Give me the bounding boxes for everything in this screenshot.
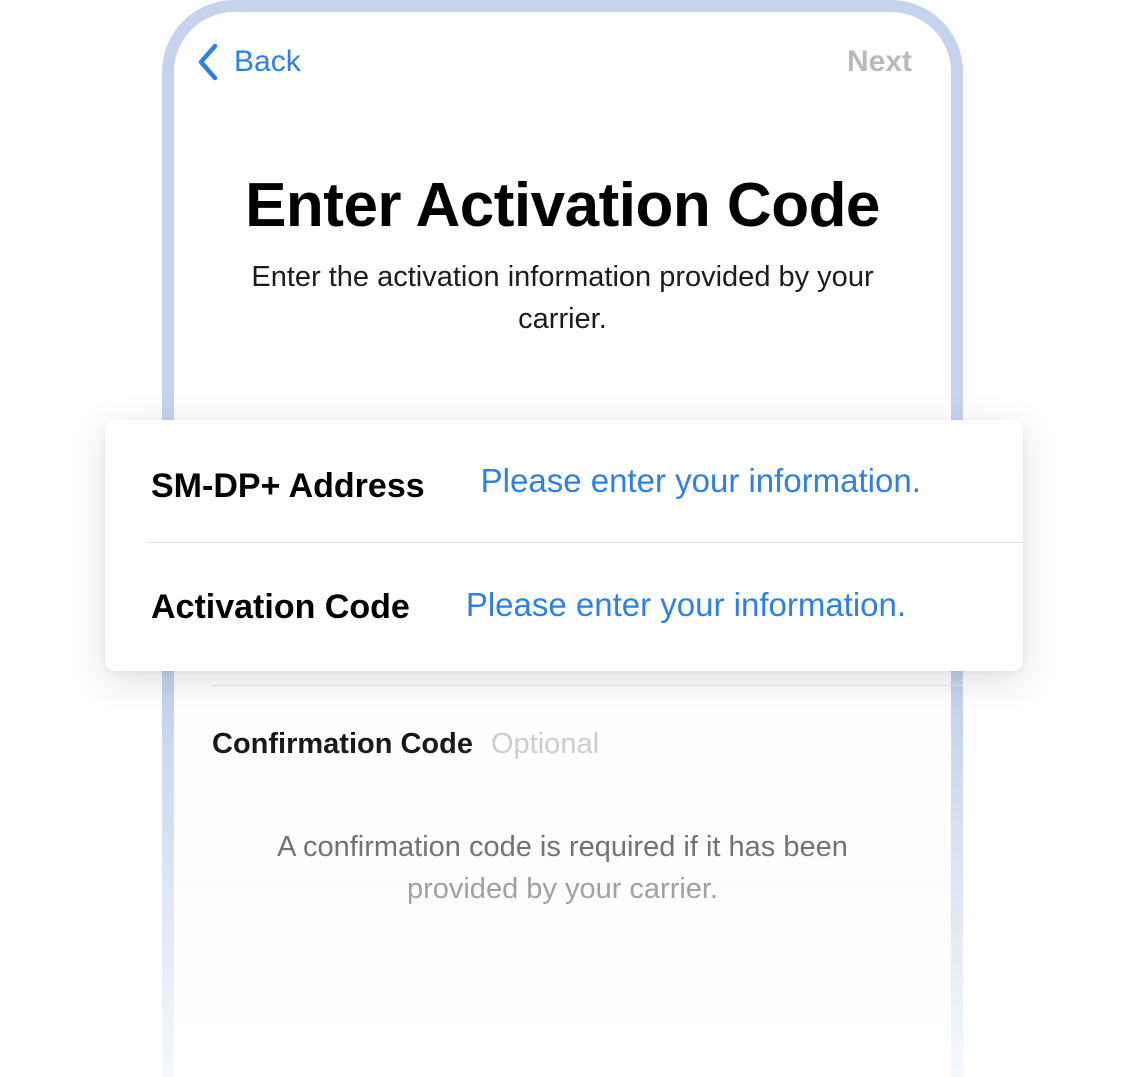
field-divider — [212, 685, 963, 686]
confirmation-note-line-2: provided by your carrier. — [406, 873, 719, 905]
activation-code-input[interactable]: Please enter your information. — [466, 586, 906, 624]
activation-code-row[interactable]: Activation Code Please enter your inform… — [105, 543, 1023, 671]
back-label: Back — [234, 45, 301, 78]
confirmation-note: A confirmation code is required if it ha… — [230, 826, 895, 910]
page-subtitle: Enter the activation information provide… — [251, 261, 874, 335]
sm-dp-address-label: SM-DP+ Address — [151, 466, 425, 505]
activation-code-label: Activation Code — [151, 587, 410, 626]
sm-dp-address-row[interactable]: SM-DP+ Address Please enter your informa… — [105, 420, 1023, 542]
back-button[interactable]: Back — [196, 40, 301, 84]
confirmation-note-line-1: A confirmation code is required if it ha… — [277, 831, 848, 863]
activation-form-card: SM-DP+ Address Please enter your informa… — [105, 420, 1023, 671]
confirmation-code-label: Confirmation Code — [212, 727, 473, 760]
confirmation-code-row[interactable]: Confirmation Code Optional — [212, 722, 599, 766]
page-title: Enter Activation Code — [245, 171, 880, 240]
sm-dp-address-input[interactable]: Please enter your information. — [481, 462, 921, 500]
chevron-left-icon — [198, 43, 218, 81]
next-button[interactable]: Next — [847, 40, 912, 84]
confirmation-code-input[interactable]: Optional — [491, 728, 599, 761]
